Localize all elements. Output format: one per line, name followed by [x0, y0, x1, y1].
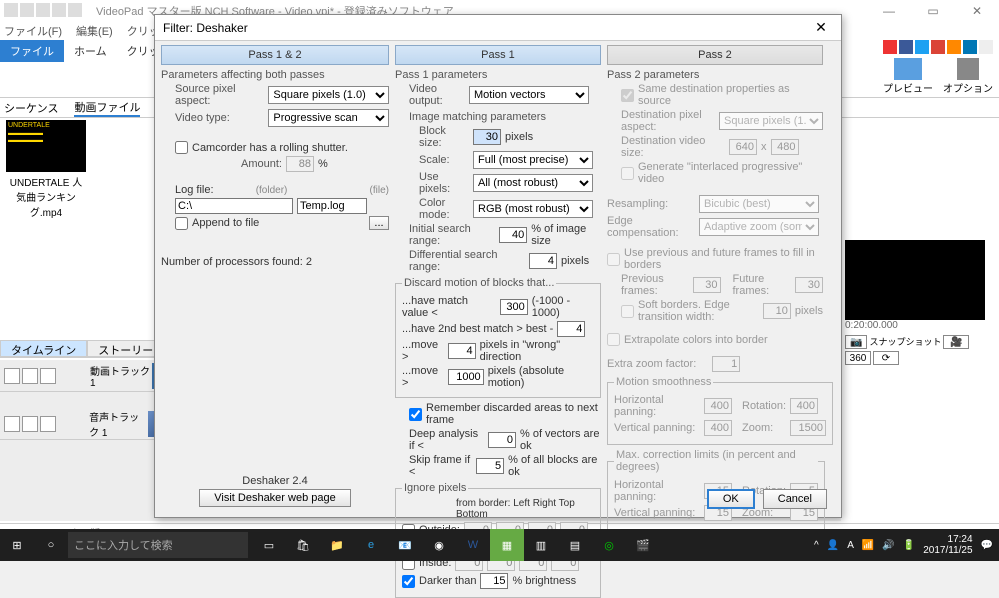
diff-range-input[interactable] [529, 253, 557, 269]
dialog-titlebar: Filter: Deshaker ✕ [155, 15, 841, 41]
360-icon[interactable]: 360 [845, 351, 871, 365]
remember-checkbox[interactable] [409, 408, 422, 421]
pass2-header: Pass 2 [607, 45, 823, 65]
more-icon[interactable] [979, 40, 993, 54]
linkedin-icon[interactable] [963, 40, 977, 54]
amount-input [286, 156, 314, 172]
start-button[interactable]: ⊞ [0, 529, 34, 561]
pass1-column: Pass 1 Pass 1 parameters Video output: M… [395, 45, 601, 509]
facebook-icon[interactable] [899, 40, 913, 54]
refresh-icon[interactable]: ⟳ [873, 351, 899, 365]
resampling-select: Bicubic (best) [699, 195, 819, 213]
append-checkbox[interactable] [175, 217, 188, 230]
bg-close-button[interactable]: ✕ [955, 0, 999, 22]
best2-input[interactable] [557, 321, 585, 337]
minecraft-icon[interactable]: ▦ [490, 529, 524, 561]
scale-select[interactable]: Full (most precise) [473, 151, 593, 169]
tray-up-icon[interactable]: ^ [814, 540, 819, 551]
abs-move-input[interactable] [448, 369, 484, 385]
rec-icon[interactable]: 🎥 [943, 335, 969, 349]
log-file-input[interactable] [297, 198, 367, 214]
ok-button[interactable]: OK [707, 489, 755, 509]
cortana-icon[interactable]: ○ [34, 529, 68, 561]
wrong-move-input[interactable] [448, 343, 476, 359]
rss-icon[interactable] [947, 40, 961, 54]
preview-icon[interactable] [894, 58, 922, 80]
use-pixels-select[interactable]: All (most robust) [473, 174, 593, 192]
edge-comp-select: Adaptive zoom (some borders) [699, 218, 819, 236]
same-dest-checkbox [621, 89, 634, 102]
dest-aspect-select: Square pixels (1.0) [719, 112, 823, 130]
taskview-icon[interactable]: ▭ [252, 529, 286, 561]
clip-thumbnail[interactable]: UNDERTALE▬▬▬▬▬▬▬▬▬▬ UNDERTALE 人気曲ランキング.m… [6, 120, 86, 219]
app-icon-2[interactable]: ▤ [558, 529, 592, 561]
pass12-column: Pass 1 & 2 Parameters affecting both pas… [161, 45, 389, 509]
init-range-input[interactable] [499, 227, 527, 243]
soft-borders-checkbox [621, 305, 634, 318]
heart-icon[interactable] [883, 40, 897, 54]
edge-icon[interactable]: e [354, 529, 388, 561]
tray-battery-icon[interactable]: 🔋 [903, 540, 915, 551]
system-tray: ^ 👤 A 📶 🔊 🔋 17:24 2017/11/25 💬 [814, 534, 999, 556]
app-icon-1[interactable]: ▥ [524, 529, 558, 561]
explorer-icon[interactable]: 📁 [320, 529, 354, 561]
visit-webpage-button[interactable]: Visit Deshaker web page [199, 489, 350, 507]
gen-interlaced-checkbox [621, 167, 634, 180]
dialog-close-button[interactable]: ✕ [801, 19, 841, 36]
darker-input[interactable] [480, 573, 508, 589]
tray-notifications-icon[interactable]: 💬 [981, 540, 993, 551]
deshaker-dialog: Filter: Deshaker ✕ Pass 1 & 2 Parameters… [154, 14, 842, 518]
chrome-icon[interactable]: ◉ [422, 529, 456, 561]
tray-clock[interactable]: 17:24 2017/11/25 [923, 534, 972, 556]
pass1-header: Pass 1 [395, 45, 601, 65]
bg-maximize-button[interactable]: ▭ [911, 0, 955, 22]
twitter-icon[interactable] [915, 40, 929, 54]
line-icon[interactable]: ◎ [592, 529, 626, 561]
tab-file[interactable]: ファイル [0, 40, 64, 62]
video-type-select[interactable]: Progressive scan [268, 109, 389, 127]
cancel-button[interactable]: Cancel [763, 489, 827, 509]
pass2-column: Pass 2 Pass 2 parameters Same destinatio… [607, 45, 823, 509]
log-folder-input[interactable] [175, 198, 293, 214]
dialog-title: Filter: Deshaker [163, 21, 248, 35]
extrapolate-checkbox [607, 333, 620, 346]
rolling-shutter-checkbox[interactable] [175, 141, 188, 154]
videopad-icon[interactable]: 🎬 [626, 529, 660, 561]
match-value-input[interactable] [500, 299, 528, 315]
tab-home[interactable]: ホーム [64, 40, 117, 62]
snapshot-button[interactable]: 📷 [845, 335, 867, 349]
taskbar-search[interactable]: ここに入力して検索 [68, 532, 248, 558]
video-output-select[interactable]: Motion vectors [469, 86, 589, 104]
deep-input[interactable] [488, 432, 516, 448]
store-icon[interactable]: 🛍 [286, 529, 320, 561]
tray-ime-icon[interactable]: A [847, 540, 854, 551]
pass12-header: Pass 1 & 2 [161, 45, 389, 65]
tray-people-icon[interactable]: 👤 [827, 540, 839, 551]
color-mode-select[interactable]: RGB (most robust) [473, 200, 593, 218]
options-icon[interactable] [957, 58, 979, 80]
skip-input[interactable] [476, 458, 504, 474]
block-size-input[interactable] [473, 129, 501, 145]
source-aspect-select[interactable]: Square pixels (1.0) [268, 86, 389, 104]
darker-checkbox[interactable] [402, 575, 415, 588]
tray-wifi-icon[interactable]: 📶 [862, 540, 874, 551]
tray-volume-icon[interactable]: 🔊 [882, 540, 894, 551]
word-icon[interactable]: W [456, 529, 490, 561]
motion-smoothness-fieldset: Motion smoothness Horizontal panning: Ro… [607, 376, 833, 445]
browse-button[interactable]: ... [369, 216, 389, 230]
social-icons [883, 40, 993, 54]
processors-label: Number of processors found: 2 [161, 256, 389, 268]
mail-icon[interactable]: 📧 [388, 529, 422, 561]
google-icon[interactable] [931, 40, 945, 54]
discard-fieldset: Discard motion of blocks that... ...have… [395, 277, 601, 398]
taskbar: ⊞ ○ ここに入力して検索 ▭ 🛍 📁 e 📧 ◉ W ▦ ▥ ▤ ◎ 🎬 ^ … [0, 529, 999, 561]
preview-thumbnail [845, 240, 985, 320]
use-prev-checkbox [607, 253, 620, 266]
bg-minimize-button[interactable]: — [867, 0, 911, 22]
